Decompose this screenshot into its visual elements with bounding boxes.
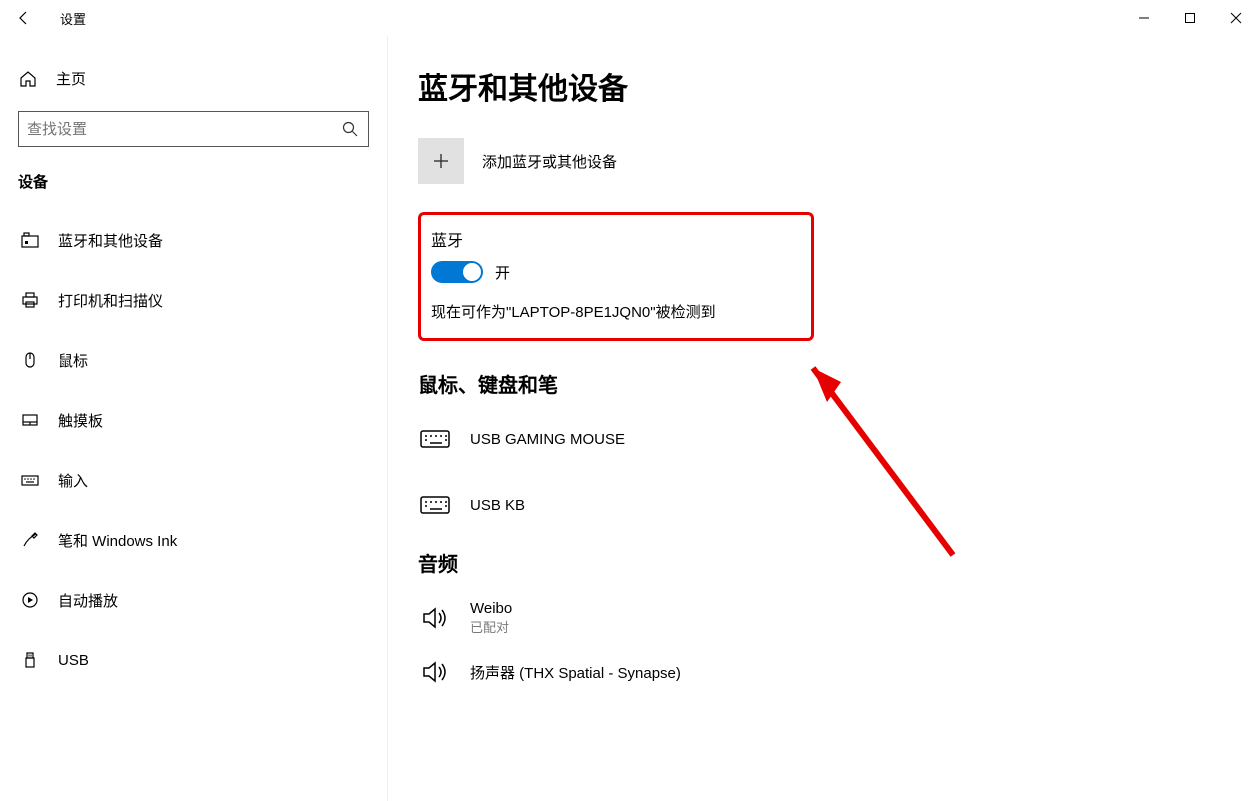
autoplay-icon	[20, 590, 40, 610]
page-title: 蓝牙和其他设备	[418, 64, 1229, 108]
sidebar-nav: 蓝牙和其他设备 打印机和扫描仪 鼠标 触摸板	[18, 218, 369, 698]
device-name: USB GAMING MOUSE	[470, 431, 625, 448]
section-heading-mouse-kb: 鼠标、键盘和笔	[418, 369, 1229, 398]
close-button[interactable]	[1213, 0, 1259, 36]
sidebar-item-autoplay[interactable]: 自动播放	[18, 578, 369, 622]
sidebar-item-typing[interactable]: 输入	[18, 458, 369, 502]
bluetooth-toggle[interactable]	[431, 261, 483, 283]
device-row[interactable]: Weibo 已配对	[418, 595, 1229, 641]
sidebar-item-label: USB	[58, 652, 89, 669]
app-title: 设置	[60, 9, 86, 28]
device-name: Weibo	[470, 600, 512, 617]
keyboard-device-icon	[418, 425, 452, 453]
mouse-icon	[20, 350, 40, 370]
search-box[interactable]	[18, 111, 369, 147]
content-area: 蓝牙和其他设备 添加蓝牙或其他设备 蓝牙 开 现在可作为"LAPTOP-8PE1…	[388, 36, 1259, 801]
add-device-button[interactable]: 添加蓝牙或其他设备	[418, 138, 1229, 184]
speaker-icon	[418, 658, 452, 686]
bluetooth-section-highlight: 蓝牙 开 现在可作为"LAPTOP-8PE1JQN0"被检测到	[418, 212, 814, 341]
device-name: USB KB	[470, 497, 525, 514]
sidebar-item-printers[interactable]: 打印机和扫描仪	[18, 278, 369, 322]
sidebar-item-label: 蓝牙和其他设备	[58, 230, 163, 251]
printer-icon	[20, 290, 40, 310]
touchpad-icon	[20, 410, 40, 430]
device-name: 扬声器 (THX Spatial - Synapse)	[470, 662, 681, 683]
window-controls	[1121, 0, 1259, 36]
device-subtext: 已配对	[470, 617, 512, 636]
usb-icon	[20, 650, 40, 670]
home-link[interactable]: 主页	[18, 68, 369, 89]
sidebar-item-label: 笔和 Windows Ink	[58, 530, 177, 551]
sidebar-item-mouse[interactable]: 鼠标	[18, 338, 369, 382]
keyboard-icon	[20, 470, 40, 490]
sidebar-item-label: 鼠标	[58, 350, 88, 371]
sidebar-item-label: 打印机和扫描仪	[58, 290, 163, 311]
sidebar-item-label: 输入	[58, 470, 88, 491]
keyboard-device-icon	[418, 491, 452, 519]
bluetooth-toggle-label: 开	[495, 262, 510, 283]
back-button[interactable]	[10, 4, 38, 32]
add-device-label: 添加蓝牙或其他设备	[482, 151, 617, 172]
minimize-button[interactable]	[1121, 0, 1167, 36]
device-row[interactable]: USB GAMING MOUSE	[418, 416, 1229, 462]
pen-icon	[20, 530, 40, 550]
sidebar-item-label: 自动播放	[58, 590, 118, 611]
plus-icon	[418, 138, 464, 184]
sidebar-item-pen[interactable]: 笔和 Windows Ink	[18, 518, 369, 562]
search-icon	[340, 119, 360, 139]
sidebar-item-bluetooth[interactable]: 蓝牙和其他设备	[18, 218, 369, 262]
bluetooth-devices-icon	[20, 230, 40, 250]
sidebar: 主页 设备 蓝牙和其他设备 打印机和扫描仪	[0, 36, 388, 801]
sidebar-item-label: 触摸板	[58, 410, 103, 431]
maximize-button[interactable]	[1167, 0, 1213, 36]
device-row[interactable]: USB KB	[418, 482, 1229, 528]
section-heading-audio: 音频	[418, 548, 1229, 577]
speaker-icon	[418, 604, 452, 632]
search-input[interactable]	[27, 121, 340, 138]
bluetooth-heading: 蓝牙	[431, 227, 797, 251]
sidebar-item-usb[interactable]: USB	[18, 638, 369, 682]
home-label: 主页	[56, 68, 86, 89]
sidebar-item-touchpad[interactable]: 触摸板	[18, 398, 369, 442]
device-row[interactable]: 扬声器 (THX Spatial - Synapse)	[418, 649, 1229, 695]
bluetooth-status: 现在可作为"LAPTOP-8PE1JQN0"被检测到	[431, 301, 797, 322]
titlebar: 设置	[0, 0, 1259, 36]
home-icon	[18, 69, 38, 89]
sidebar-category: 设备	[18, 171, 369, 192]
